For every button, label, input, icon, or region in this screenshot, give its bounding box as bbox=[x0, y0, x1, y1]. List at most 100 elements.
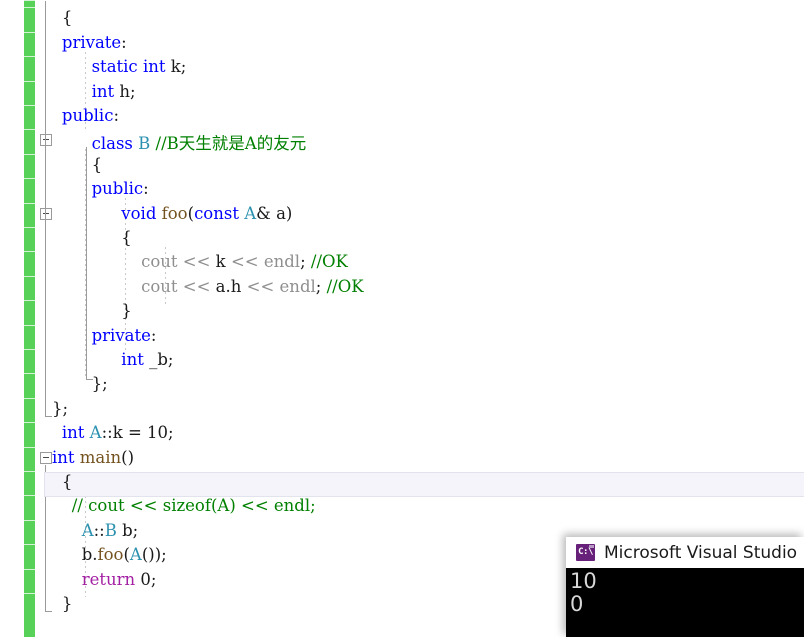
code-line-text: cout << a.h << endl; //OK bbox=[141, 277, 363, 296]
code-token-pun: k; bbox=[170, 57, 187, 77]
code-token-kw: static bbox=[91, 57, 143, 77]
code-token-pun: ; bbox=[168, 423, 174, 443]
code-line[interactable]: { bbox=[0, 154, 804, 178]
code-line-text: public: bbox=[92, 179, 149, 198]
code-token-typ: A bbox=[244, 203, 257, 223]
code-token-kw: int bbox=[91, 81, 120, 101]
code-token-kw: private bbox=[91, 325, 151, 345]
code-line-text: private: bbox=[62, 33, 127, 52]
code-token-kw: int bbox=[61, 423, 90, 443]
code-line-text: A::B b; bbox=[82, 521, 139, 540]
code-line-text: class A bbox=[52, 0, 110, 3]
code-token-typ: A bbox=[129, 545, 142, 565]
code-token-pun: { bbox=[61, 8, 73, 28]
code-line[interactable]: void foo(const A& a) bbox=[0, 203, 804, 227]
code-line[interactable]: cout << a.h << endl; //OK bbox=[0, 276, 804, 300]
code-token-kw: class bbox=[91, 134, 139, 154]
code-token-pun: { bbox=[61, 472, 73, 491]
code-line-text: private: bbox=[92, 326, 157, 345]
code-token-pun: { bbox=[91, 154, 103, 174]
code-token-pun: : bbox=[150, 325, 157, 345]
code-line-text: } bbox=[62, 594, 73, 613]
code-line-text: void foo(const A& a) bbox=[121, 204, 292, 223]
code-token-num: 0 bbox=[140, 569, 151, 589]
code-token-pun: : bbox=[121, 32, 127, 52]
code-token-fn: foo bbox=[97, 545, 124, 565]
code-token-pun: ; bbox=[315, 276, 327, 296]
code-line[interactable]: // cout << sizeof(A) << endl; bbox=[0, 495, 804, 519]
code-line[interactable]: public: bbox=[0, 178, 804, 202]
code-token-pun: : bbox=[113, 106, 119, 125]
code-line[interactable]: private: bbox=[0, 32, 804, 56]
code-line-text: b.foo(A()); bbox=[82, 545, 167, 564]
console-window[interactable]: C:\ Microsoft Visual Studio 10 0 bbox=[566, 537, 804, 637]
code-token-cmt: //B天生就是A的友元 bbox=[155, 134, 307, 154]
code-line-text: class B //B天生就是A的友元 bbox=[92, 130, 307, 154]
code-line[interactable]: int A::k = 10; bbox=[0, 422, 804, 446]
code-token-pun: ; bbox=[300, 252, 311, 272]
code-line[interactable]: { bbox=[0, 7, 804, 31]
code-line-text: { bbox=[62, 472, 73, 491]
code-line-text: cout << k << endl; //OK bbox=[141, 252, 348, 271]
code-line[interactable]: private: bbox=[0, 325, 804, 349]
code-line[interactable]: class B //B天生就是A的友元 bbox=[0, 129, 804, 153]
console-output: 10 0 bbox=[566, 568, 804, 637]
code-token-pun: ::k = bbox=[101, 423, 148, 443]
code-line-text: int _b; bbox=[121, 350, 173, 369]
code-line[interactable]: }; bbox=[0, 398, 804, 422]
code-token-pun: () bbox=[121, 447, 135, 467]
visual-studio-screenshot: class A{private:static int k;int h;publi… bbox=[0, 0, 804, 637]
code-token-pun: ()); bbox=[141, 545, 167, 565]
code-line[interactable]: static int k; bbox=[0, 56, 804, 80]
console-output-line: 0 bbox=[570, 592, 584, 616]
console-titlebar[interactable]: C:\ Microsoft Visual Studio bbox=[566, 537, 804, 568]
code-token-pun: : bbox=[143, 179, 149, 199]
code-token-cmt: //OK bbox=[310, 252, 348, 272]
code-token-dim: endl bbox=[279, 276, 316, 296]
code-token-dim: endl bbox=[263, 252, 301, 272]
code-line[interactable]: }; bbox=[0, 373, 804, 397]
code-token-cmt: //OK bbox=[326, 276, 364, 296]
code-token-kw: const bbox=[194, 203, 245, 223]
code-line[interactable]: int main() bbox=[0, 447, 804, 471]
code-token-pun: & a) bbox=[256, 203, 293, 223]
code-line[interactable]: { bbox=[0, 227, 804, 251]
code-token-pun: _b; bbox=[149, 350, 174, 369]
code-token-kw: int bbox=[121, 350, 150, 369]
code-line-text: int main() bbox=[52, 448, 134, 467]
code-token-kw: private bbox=[61, 32, 122, 52]
code-token-typ: A bbox=[99, 0, 111, 3]
code-token-fn: main bbox=[79, 447, 122, 467]
code-line-text: { bbox=[121, 228, 132, 247]
code-line[interactable]: { bbox=[0, 471, 804, 495]
code-token-cmt: // cout << sizeof(A) << endl; bbox=[71, 496, 316, 516]
code-line[interactable]: cout << k << endl; //OK bbox=[0, 251, 804, 275]
code-line[interactable]: } bbox=[0, 300, 804, 324]
code-token-typ: B bbox=[138, 134, 151, 154]
code-line[interactable]: class A bbox=[0, 0, 804, 7]
code-token-pun: a.h bbox=[210, 276, 247, 296]
code-token-pun: } bbox=[121, 301, 132, 321]
code-line-text: // cout << sizeof(A) << endl; bbox=[72, 496, 316, 515]
code-token-dim: cout bbox=[141, 276, 183, 296]
code-line-text: } bbox=[121, 301, 132, 320]
code-token-dim: << bbox=[182, 276, 211, 296]
code-token-kw: public bbox=[61, 106, 114, 125]
code-line[interactable]: public: bbox=[0, 105, 804, 129]
console-window-title: Microsoft Visual Studio bbox=[604, 542, 798, 563]
code-line-text: }; bbox=[92, 374, 108, 393]
code-line[interactable]: int _b; bbox=[0, 349, 804, 373]
code-token-dim: << bbox=[246, 276, 275, 296]
code-token-pun: }; bbox=[52, 398, 69, 418]
code-line-text: return 0; bbox=[82, 570, 157, 589]
code-token-fn: foo bbox=[161, 203, 188, 223]
code-token-kw: void bbox=[121, 203, 162, 223]
code-token-dim: << bbox=[182, 252, 211, 272]
code-line-text: }; bbox=[52, 399, 68, 418]
code-line-text: { bbox=[62, 8, 73, 27]
code-token-pun: k bbox=[210, 252, 231, 272]
code-token-ret: return bbox=[81, 569, 141, 589]
code-line[interactable]: int h; bbox=[0, 81, 804, 105]
code-token-pun: b. bbox=[81, 545, 98, 565]
console-icon-glyph: C:\ bbox=[578, 547, 593, 557]
